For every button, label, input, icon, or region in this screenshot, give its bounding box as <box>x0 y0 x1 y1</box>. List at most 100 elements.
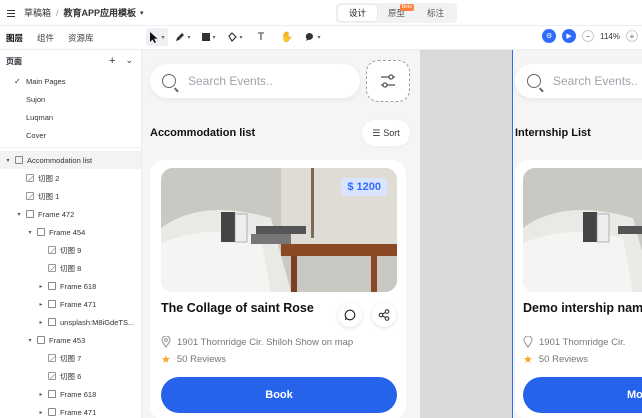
layer-item[interactable]: 切图 1 <box>0 187 141 205</box>
comment-tool[interactable]: ▾ <box>302 28 324 46</box>
expand-arrow-icon[interactable]: ▾ <box>4 157 12 164</box>
right-controls: ⚙ ▶ − 114% + <box>542 29 638 43</box>
sort-button[interactable]: ☰ Sort <box>362 120 410 146</box>
frame-layer-icon <box>48 300 56 308</box>
tool-bar: 图层 组件 资源库 ▾ ▾ ▾ ▾ T ✋ ▾ ⚙ ▶ − 114% + <box>0 26 642 50</box>
project-name[interactable]: 教育APP应用模板 <box>64 6 137 19</box>
layer-item[interactable]: 切图 6 <box>0 367 141 385</box>
chevron-down-icon[interactable]: ▾ <box>140 9 144 17</box>
page-item-label: Main Pages <box>26 76 66 86</box>
frame-internship-list[interactable]: Search Events.. Internship List Demo int… <box>512 50 642 418</box>
zoom-control: − 114% + <box>582 30 638 42</box>
price-badge: $ 1200 <box>341 178 387 196</box>
frame-layer-icon <box>37 336 45 344</box>
expand-arrow-icon[interactable]: ▸ <box>37 409 45 416</box>
layer-item[interactable]: ▾ Frame 472 <box>0 205 141 223</box>
canvas[interactable]: Search Events.. Accommodation list ☰ Sor… <box>142 50 642 418</box>
layer-item[interactable]: 切图 7 <box>0 349 141 367</box>
accommodation-card[interactable]: $ 1200 The Collage of saint Rose 1901 Th… <box>150 160 406 418</box>
layer-label: Frame 618 <box>60 389 97 399</box>
play-icon[interactable]: ▶ <box>562 29 577 43</box>
text-tool[interactable]: T <box>250 28 272 46</box>
share-button[interactable] <box>372 303 396 327</box>
mode-prototype-tab[interactable]: 原型 Beta <box>377 4 416 21</box>
location-pin-icon <box>523 336 533 348</box>
pages-header: 页面 + ⌄ <box>0 50 141 72</box>
layer-label: 切图 2 <box>38 173 60 183</box>
expand-arrow-icon[interactable]: ▾ <box>26 337 34 344</box>
search-bar[interactable]: Search Events.. <box>515 64 642 98</box>
expand-arrow-icon[interactable]: ▾ <box>26 229 34 236</box>
mode-switcher: 设计 原型 Beta 标注 <box>336 3 457 23</box>
fill-tool[interactable]: ▾ <box>224 28 246 46</box>
image-layer-icon <box>48 372 56 380</box>
book-button[interactable]: Book <box>161 377 397 413</box>
frame-layer-icon <box>48 408 56 416</box>
filter-button[interactable] <box>366 60 410 102</box>
layer-item[interactable]: ▸ Frame 618 <box>0 277 141 295</box>
page-item[interactable]: Cover <box>0 126 141 144</box>
paint-bucket-icon <box>228 32 238 42</box>
chevron-down-icon: ▾ <box>212 34 216 41</box>
mode-annotate-tab[interactable]: 标注 <box>416 5 455 21</box>
layer-item[interactable]: ▾ Frame 454 <box>0 223 141 241</box>
pen-tool[interactable]: ▾ <box>172 28 194 46</box>
page-item[interactable]: Sujon <box>0 90 141 108</box>
layer-item[interactable]: ▸ Frame 618 <box>0 385 141 403</box>
check-icon: ✓ <box>14 76 21 86</box>
page-item[interactable]: Luqman <box>0 108 141 126</box>
page-item[interactable]: ✓ Main Pages <box>0 72 141 90</box>
layer-item[interactable]: ▸ unsplash:M8iGdeTS... <box>0 313 141 331</box>
add-page-icon[interactable]: + <box>109 55 115 67</box>
mode-design-tab[interactable]: 设计 <box>338 5 377 21</box>
shape-tool[interactable]: ▾ <box>198 28 220 46</box>
page-item-label: Sujon <box>26 94 46 104</box>
zoom-out-button[interactable]: − <box>582 30 595 42</box>
layer-item[interactable]: 切图 8 <box>0 259 141 277</box>
image-layer-icon <box>48 264 56 272</box>
expand-arrow-icon[interactable]: ▸ <box>37 319 45 326</box>
hand-tool[interactable]: ✋ <box>276 28 298 46</box>
more-button[interactable]: Mo <box>523 377 642 413</box>
frame-accommodation-list[interactable]: Search Events.. Accommodation list ☰ Sor… <box>142 50 420 418</box>
layer-item[interactable]: ▾ Frame 453 <box>0 331 141 349</box>
plugin-icon[interactable]: ⚙ <box>542 29 557 43</box>
breadcrumb: 草稿箱 / 教育APP应用模板 ▾ <box>24 6 144 19</box>
layer-label: Frame 471 <box>60 407 97 417</box>
expand-arrow-icon[interactable]: ▾ <box>15 211 23 218</box>
breadcrumb-drafts[interactable]: 草稿箱 <box>24 6 51 19</box>
layer-item[interactable]: 切图 9 <box>0 241 141 259</box>
filter-icon <box>381 74 395 88</box>
section-title: Internship List <box>515 127 591 139</box>
search-bar[interactable]: Search Events.. <box>150 64 360 98</box>
layer-item[interactable]: ▾ Accommodation list <box>0 151 141 169</box>
address-text[interactable]: 1901 Thornridge Cir. Shiloh Show on map <box>177 337 353 348</box>
zoom-in-button[interactable]: + <box>626 30 638 42</box>
star-icon: ★ <box>523 354 533 366</box>
image-layer-icon <box>26 174 34 182</box>
chevron-down-icon[interactable]: ⌄ <box>125 55 133 67</box>
reviews-row: ★ 50 Reviews <box>523 353 588 366</box>
layer-tree: ▾ Accommodation list 切图 2 切图 1 ▾ Frame 472 ▾ Fr… <box>0 151 141 418</box>
menu-icon[interactable] <box>4 6 18 20</box>
tab-layers[interactable]: 图层 <box>6 32 23 44</box>
select-tool[interactable]: ▾ <box>146 28 168 46</box>
room-photo: $ 1200 <box>161 168 397 292</box>
tab-components[interactable]: 组件 <box>37 32 54 44</box>
layer-item[interactable]: ▸ Frame 471 <box>0 403 141 418</box>
card-title: The Collage of saint Rose <box>161 301 314 315</box>
layer-label: Frame 471 <box>60 299 97 309</box>
internship-card[interactable]: Demo intership nam 1901 Thornridge Cir. … <box>515 160 642 418</box>
expand-arrow-icon[interactable]: ▸ <box>37 301 45 308</box>
expand-arrow-icon[interactable]: ▸ <box>37 391 45 398</box>
whatsapp-button[interactable] <box>338 303 362 327</box>
layer-item[interactable]: 切图 2 <box>0 169 141 187</box>
layer-label: 切图 6 <box>60 371 82 381</box>
layer-label: 切图 9 <box>60 245 82 255</box>
tab-assets[interactable]: 资源库 <box>68 32 94 44</box>
layers-panel: 页面 + ⌄ ✓ Main Pages Sujon Luqman Cover ▾ Acco… <box>0 50 142 418</box>
layer-item[interactable]: ▸ Frame 471 <box>0 295 141 313</box>
zoom-level[interactable]: 114% <box>600 32 620 41</box>
card-title: Demo intership nam <box>523 301 642 315</box>
expand-arrow-icon[interactable]: ▸ <box>37 283 45 290</box>
